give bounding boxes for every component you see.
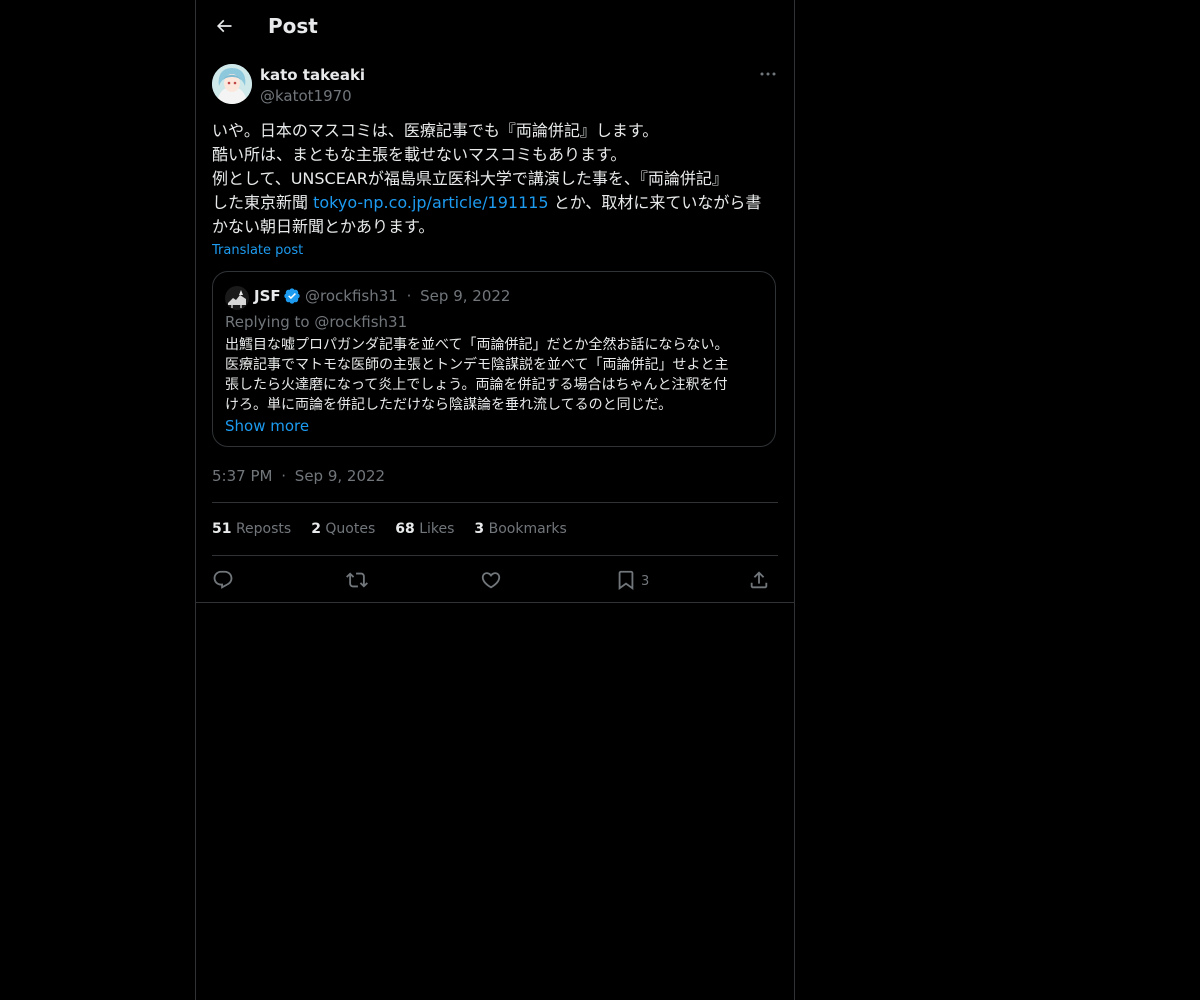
reply-icon — [213, 570, 233, 589]
avatar-image — [212, 64, 252, 104]
author-handle[interactable]: @katot1970 — [260, 86, 352, 106]
share-icon — [750, 571, 768, 589]
share-button[interactable] — [748, 565, 770, 595]
reposts-label: Reposts — [235, 521, 292, 537]
quoted-text-line: けろ。単に両論を併記しただけなら陰謀論を垂れ流してるのと同じだ。 — [225, 397, 673, 413]
quoted-text-line: 出鱈目な嘘プロパガンダ記事を並べて「両論併記」だとか全然お話にならない。 — [225, 337, 729, 353]
likes-stat[interactable]: 68 Likes — [395, 519, 454, 539]
quotes-count: 2 — [311, 521, 321, 537]
translate-post-link[interactable]: Translate post — [212, 242, 303, 260]
bookmark-button[interactable]: 3 — [615, 565, 649, 595]
post-text: いや。日本のマスコミは、医療記事でも『両論併記』します。 酷い所は、まともな主張… — [212, 119, 780, 239]
bookmarks-count: 3 — [474, 521, 485, 537]
post-time: 5:37 PM — [212, 467, 273, 485]
bookmark-count: 3 — [641, 574, 650, 589]
likes-label: Likes — [419, 521, 455, 537]
quoted-meta: @rockfish31 · Sep 9, 2022 — [305, 286, 510, 306]
post-text-line: いや。日本のマスコミは、医療記事でも『両論併記』します。 — [212, 121, 659, 140]
quoted-author-name: JSF — [254, 287, 281, 305]
post-text-line: 酷い所は、まともな主張を載せないマスコミもあります。 — [212, 145, 627, 164]
page-header: Post — [196, 0, 794, 53]
repost-button[interactable] — [346, 565, 368, 595]
action-bar: 3 — [212, 565, 778, 595]
bookmark-icon — [618, 570, 634, 591]
reposts-stat[interactable]: 51 Reposts — [212, 519, 291, 539]
post-text-segment: とか、取材に来ていながら書 — [548, 193, 762, 212]
post-text-line: した東京新聞 tokyo-np.co.jp/article/191115 とか、… — [212, 191, 780, 215]
likes-count: 68 — [395, 521, 415, 537]
replying-to: Replying to @rockfish31 — [225, 313, 408, 331]
quotes-label: Quotes — [325, 521, 376, 537]
article-link[interactable]: tokyo-np.co.jp/article/191115 — [313, 193, 549, 212]
more-icon — [760, 72, 776, 76]
verified-badge-icon — [284, 288, 300, 304]
bookmarks-stat[interactable]: 3 Bookmarks — [474, 519, 566, 539]
quoted-avatar-image — [225, 286, 249, 310]
post-text-line: かない朝日新聞とかあります。 — [212, 217, 435, 236]
bookmarks-label: Bookmarks — [488, 521, 567, 537]
quoted-text-line: 医療記事でマトモな医師の主張とトンデモ陰謀説を並べて「両論併記」せよと主 — [225, 357, 729, 373]
show-more-link[interactable]: Show more — [225, 416, 309, 436]
divider — [196, 602, 794, 603]
quoted-avatar[interactable] — [225, 286, 249, 310]
quotes-stat[interactable]: 2 Quotes — [311, 519, 375, 539]
arrow-left-icon — [216, 19, 232, 33]
repost-icon — [346, 572, 368, 588]
divider — [212, 502, 778, 503]
meta-separator: · — [281, 467, 287, 485]
quoted-date: Sep 9, 2022 — [420, 287, 511, 305]
divider — [212, 555, 778, 556]
back-button[interactable] — [208, 10, 240, 42]
heart-icon — [481, 572, 501, 589]
meta-separator: · — [406, 287, 412, 305]
like-button[interactable] — [480, 565, 502, 595]
post-author: kato takeaki @katot1970 — [212, 64, 778, 108]
quoted-text-line: 張したら火達磨になって炎上でしょう。両論を併記する場合はちゃんと注釈を付 — [225, 377, 728, 393]
engagement-stats: 51 Reposts 2 Quotes 68 Likes 3 Bookmarks — [212, 519, 567, 539]
post-timestamp[interactable]: 5:37 PM · Sep 9, 2022 — [212, 466, 385, 486]
post-detail-column: Post kato takeaki @katot1970 いや。日本のマスコミは… — [195, 0, 795, 1000]
quoted-post[interactable]: JSF @rockfish31 · Sep 9, 2022 Replying t… — [212, 271, 776, 447]
more-options-button[interactable] — [758, 64, 778, 84]
post-text-line: 例として、UNSCEARが福島県立医科大学で講演した事を、『両論併記』 — [212, 169, 728, 188]
avatar[interactable] — [212, 64, 252, 104]
post-text-segment: した東京新聞 — [212, 193, 314, 212]
reply-button[interactable] — [212, 565, 234, 595]
author-name[interactable]: kato takeaki — [260, 65, 365, 85]
quoted-author-handle: @rockfish31 — [305, 287, 398, 305]
quoted-text: 出鱈目な嘘プロパガンダ記事を並べて「両論併記」だとか全然お話にならない。 医療記… — [225, 335, 770, 415]
post-date: Sep 9, 2022 — [294, 467, 386, 485]
reposts-count: 51 — [212, 521, 232, 537]
page-title: Post — [268, 14, 318, 38]
